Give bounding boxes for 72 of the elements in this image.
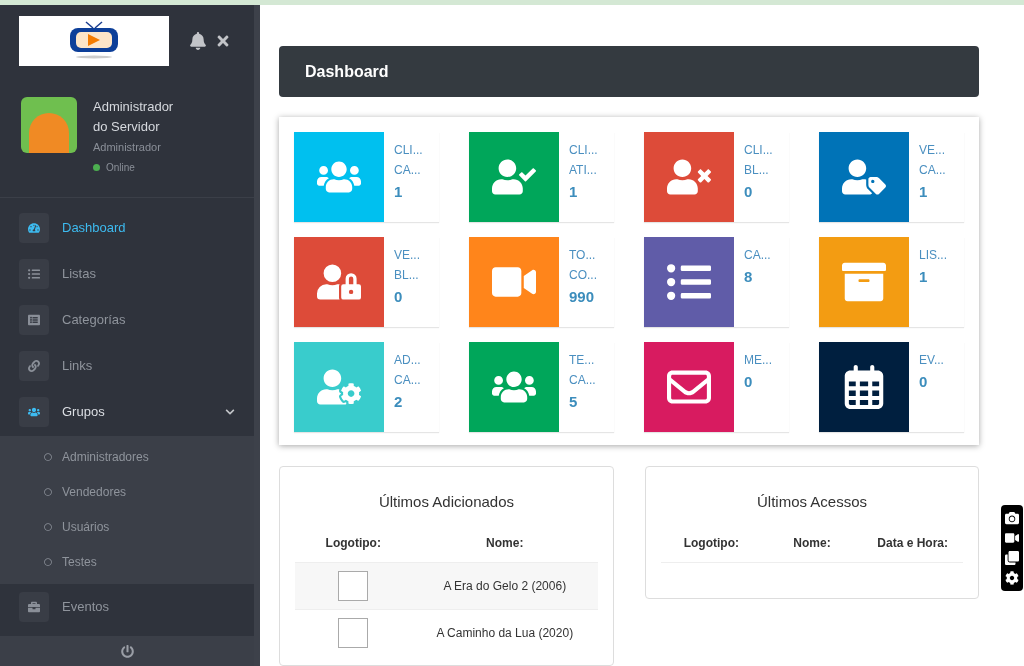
tile-label: AD...: [394, 352, 421, 369]
tile-value: 2: [394, 392, 404, 412]
tile-value: 1: [919, 267, 929, 287]
camera-icon[interactable]: [1005, 511, 1019, 525]
list-icon: [28, 267, 40, 280]
tile-value: 0: [394, 287, 404, 307]
chevron-icon: [225, 406, 235, 417]
submenu-item[interactable]: Administradores: [0, 439, 254, 475]
tile-label: CA...: [394, 162, 422, 179]
tile-label: CA...: [919, 162, 946, 179]
page-title: Dashboard: [305, 61, 389, 82]
archive-box-icon: [842, 260, 886, 304]
bell-icon[interactable]: [189, 31, 207, 50]
tile-label: CA...: [569, 372, 596, 389]
column-header: Nome:: [485, 534, 525, 552]
tile-label: CA...: [394, 372, 421, 389]
card-title: Últimos Acessos: [755, 492, 868, 512]
user-role: Administrador: [93, 140, 162, 155]
tile-value: 1: [569, 182, 579, 202]
column-header: Data e Hora:: [876, 534, 949, 552]
calendar-icon: [842, 365, 886, 409]
windows-icon[interactable]: [1005, 551, 1019, 565]
link-icon: [28, 359, 40, 372]
user-name: Administrador do Servidor: [93, 98, 175, 136]
tile-value: 1: [394, 182, 404, 202]
tile-value: 1: [919, 182, 929, 202]
tile-label: TE...: [569, 352, 596, 369]
settings-icon[interactable]: [1005, 571, 1019, 585]
tile-value: 8: [744, 267, 754, 287]
tile-label: VE...: [919, 142, 946, 159]
avatar: [21, 97, 77, 153]
status-text: Online: [106, 160, 135, 175]
tile-label: ATI...: [569, 162, 598, 179]
submenu-item[interactable]: Usuários: [0, 509, 254, 545]
tile-label: CLI...: [744, 142, 773, 159]
tile-value: 0: [744, 182, 754, 202]
users-icon: [28, 405, 40, 418]
tile-label: VE...: [394, 247, 420, 264]
submenu-item[interactable]: Vendedores: [0, 474, 254, 510]
tile-label: ME...: [744, 352, 772, 369]
tile-label: LIS...: [919, 247, 947, 264]
briefcase-icon: [28, 600, 40, 613]
tile-value: 5: [569, 392, 579, 412]
menu-item[interactable]: Grupos: [0, 388, 254, 435]
card-title: Últimos Adicionados: [377, 492, 516, 512]
tile-label: CLI...: [569, 142, 598, 159]
menu-item[interactable]: Listas: [0, 250, 254, 297]
column-header: Nome:: [792, 534, 832, 552]
menu-item[interactable]: Categorías: [0, 296, 254, 343]
table-cell-text: A Era do Gelo 2 (2006): [442, 577, 568, 595]
tile-label: CO...: [569, 267, 597, 284]
tile-label: EV...: [919, 352, 944, 369]
column-header: Logotipo:: [682, 534, 740, 552]
menu-item[interactable]: Eventos: [0, 583, 254, 630]
tile-label: TO...: [569, 247, 597, 264]
list-box-icon: [28, 313, 40, 326]
power-icon: [120, 644, 134, 658]
tile-label: BL...: [394, 267, 420, 284]
tile-label: CA...: [744, 247, 771, 264]
tile-value: 990: [569, 287, 596, 307]
tile-label: BL...: [744, 162, 770, 179]
tile-label: CLI...: [394, 142, 423, 159]
tile-value: 0: [919, 372, 929, 392]
tile-value: 0: [744, 372, 754, 392]
column-header: Logotipo:: [324, 534, 382, 552]
table-cell-text: A Caminho da Lua (2020): [435, 624, 575, 642]
power-button[interactable]: [120, 644, 134, 658]
gauge-icon: [28, 221, 40, 234]
submenu-item[interactable]: Testes: [0, 544, 254, 580]
video-camera-icon[interactable]: [1005, 531, 1019, 545]
menu-item[interactable]: Dashboard: [0, 204, 254, 251]
menu-item[interactable]: Links: [0, 342, 254, 389]
